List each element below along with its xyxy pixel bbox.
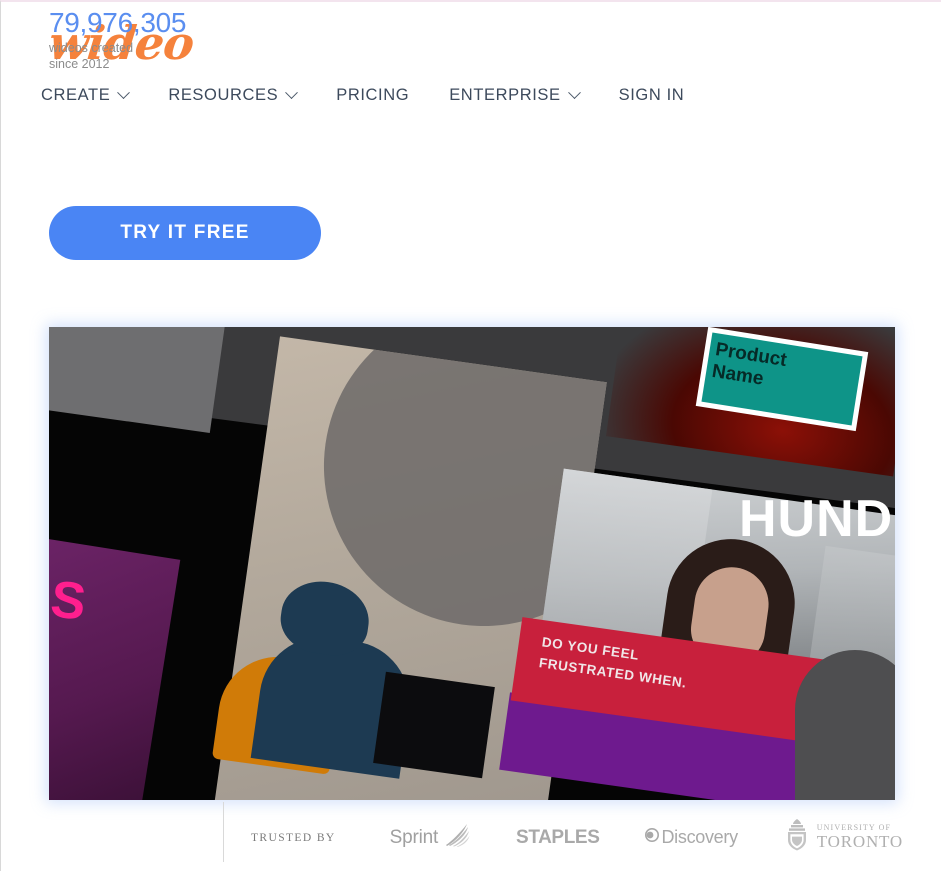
nav-item-resources-label: RESOURCES	[168, 86, 279, 104]
page-root: wideo CREATE RESOURCES PRICING ENTERPRIS…	[0, 0, 941, 871]
video-shape-blob	[795, 650, 895, 800]
nav-item-sign-in[interactable]: SIGN IN	[619, 86, 685, 105]
logo-staples-label: STAPLES	[516, 826, 600, 848]
wideos-counter-caption: wideos created since 2012	[49, 41, 214, 72]
logo-toronto-text: UNIVERSITY OF TORONTO	[816, 823, 903, 851]
video-illustration-laptop	[373, 671, 495, 779]
nav-item-create[interactable]: CREATE	[41, 86, 131, 105]
logo-staples: STAPLES	[516, 826, 600, 849]
main-navigation: CREATE RESOURCES PRICING ENTERPRISE SIGN…	[41, 86, 684, 105]
wideos-counter: 79,976,305 wideos created since 2012	[49, 7, 214, 72]
wideos-counter-caption-line2: since 2012	[49, 56, 110, 71]
logo-sprint-label: Sprint	[389, 826, 439, 848]
wideos-counter-number: 79,976,305	[49, 7, 187, 38]
logo-university-of-toronto: UNIVERSITY OF TORONTO	[784, 818, 903, 857]
video-headline-text: HUNDR	[739, 490, 895, 548]
trusted-by-label: TRUSTED BY	[251, 831, 336, 844]
nav-item-create-label: CREATE	[41, 86, 111, 104]
vertical-divider	[223, 802, 224, 862]
toronto-crest-icon	[784, 818, 810, 857]
nav-item-pricing[interactable]: PRICING	[336, 86, 409, 105]
nav-item-sign-in-label: SIGN IN	[618, 86, 685, 104]
nav-item-enterprise[interactable]: ENTERPRISE	[449, 86, 581, 105]
trusted-by-bar: TRUSTED BY Sprint STAPLES Discovery UNIV…	[251, 802, 941, 871]
nav-item-enterprise-label: ENTERPRISE	[449, 86, 561, 104]
chevron-down-icon	[567, 86, 581, 100]
video-letter-s: S	[49, 570, 90, 632]
nav-item-resources[interactable]: RESOURCES	[168, 86, 299, 105]
discovery-globe-icon	[645, 828, 660, 847]
logo-sprint: Sprint	[390, 823, 470, 852]
chevron-down-icon	[117, 86, 131, 100]
chevron-down-icon	[285, 86, 299, 100]
logo-toronto-line2: TORONTO	[816, 831, 903, 851]
logo-discovery: Discovery	[645, 827, 738, 848]
sprint-wing-icon	[444, 823, 470, 852]
try-it-free-button[interactable]: TRY IT FREE	[49, 206, 321, 260]
video-frame: S DO YOU FEEL FRUSTRATED WHEN. Product N…	[49, 327, 895, 800]
nav-item-pricing-label: PRICING	[336, 86, 410, 104]
wideos-counter-caption-line1: wideos created	[49, 41, 134, 56]
hero-video-player[interactable]: S DO YOU FEEL FRUSTRATED WHEN. Product N…	[49, 327, 895, 800]
logo-discovery-label: Discovery	[661, 827, 738, 847]
video-shape-grey-card	[49, 327, 227, 433]
